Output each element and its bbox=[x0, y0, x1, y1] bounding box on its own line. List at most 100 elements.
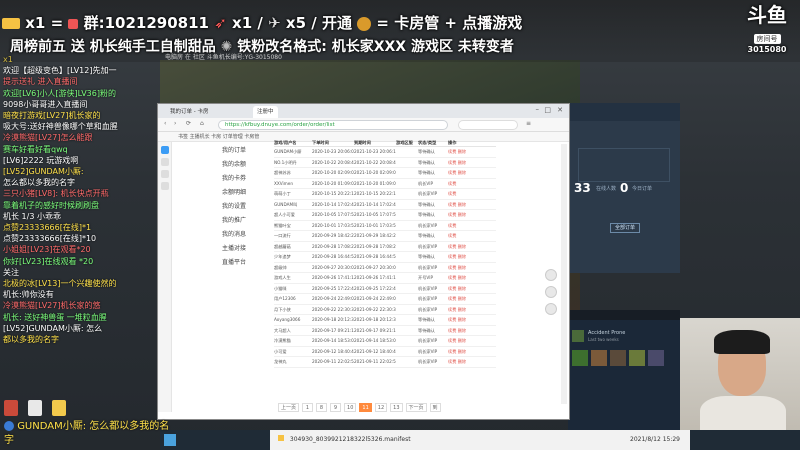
row-actions[interactable]: 续费 删除 bbox=[448, 315, 494, 325]
account-menu-item[interactable]: 我的订单 bbox=[218, 144, 263, 158]
account-menu-item[interactable]: 我的卡券 bbox=[218, 172, 263, 186]
pagination-button[interactable]: 13 bbox=[390, 403, 403, 412]
row-actions[interactable]: 续费 删除 bbox=[448, 305, 494, 315]
table-cell: 用户12306 bbox=[274, 296, 296, 301]
sidebar-app-icon[interactable] bbox=[161, 158, 169, 166]
row-actions[interactable]: 续费 删除 bbox=[448, 263, 494, 273]
home-icon[interactable]: ⌂ bbox=[200, 120, 204, 127]
sidebar-app-icon[interactable] bbox=[161, 182, 169, 190]
stat-online-label: 在线人数 bbox=[596, 186, 617, 192]
table-cell: 游戏人生 bbox=[274, 275, 291, 280]
table-cell: 2021-09-17 09:21:12 bbox=[354, 327, 396, 333]
chat-message: 靠着机子的感好时候刷刷盘 bbox=[3, 200, 99, 210]
tab-register[interactable]: 注册中 bbox=[253, 106, 278, 118]
account-menu-item[interactable]: 余额明细 bbox=[218, 186, 263, 200]
table-cell bbox=[396, 326, 418, 336]
close-icon[interactable]: ✕ bbox=[557, 106, 563, 114]
table-cell: 2021-09-22 22:30:33 bbox=[354, 306, 396, 312]
pagination-button[interactable]: 下一页 bbox=[405, 403, 427, 412]
chat-message: 关注 bbox=[3, 267, 19, 277]
table-cell: 等待确认 bbox=[418, 317, 435, 322]
chat-message: 机长 1/3 小乖乖 bbox=[3, 211, 61, 221]
sidebar-app-icon[interactable] bbox=[161, 146, 169, 154]
table-row: 用户12306 2020-09-24 22:49:04 2021-09-24 22:… bbox=[274, 294, 496, 305]
table-cell bbox=[396, 336, 418, 346]
scrollbar[interactable] bbox=[561, 144, 567, 404]
account-menu-item[interactable]: 我的推广 bbox=[218, 214, 263, 228]
pagination-button[interactable]: 到 bbox=[429, 403, 441, 412]
orders-table: 游戏/用户名 下单时间 到期时间 游戏区服 状态/类型 操作 GUNDAM小厮 2… bbox=[274, 138, 496, 368]
row-actions[interactable]: 续费 删除 bbox=[448, 168, 494, 178]
table-cell: 2021-10-05 17:07:58 bbox=[354, 212, 396, 217]
account-menu-item[interactable]: 我的余额 bbox=[218, 158, 263, 172]
table-cell: 2020-09-26 17:41:10 bbox=[312, 275, 354, 280]
maximize-icon[interactable]: □ bbox=[544, 106, 551, 114]
row-actions[interactable]: 续费 删除 bbox=[448, 242, 494, 252]
table-cell: 2021-09-14 18:53:01 bbox=[354, 338, 396, 343]
tab-orders[interactable]: 我的订单 - 卡房 bbox=[166, 106, 213, 118]
row-actions[interactable]: 续费 删除 bbox=[448, 357, 494, 367]
start-icon[interactable] bbox=[164, 434, 176, 446]
row-actions[interactable]: 续费 删除 bbox=[448, 294, 494, 304]
float-share-icon[interactable] bbox=[545, 269, 557, 281]
address-bar[interactable]: https://kfbuy.dnuye.com/order/order/list bbox=[218, 120, 448, 130]
game-thumbnail[interactable] bbox=[572, 330, 584, 342]
row-actions[interactable]: 续费 删除 bbox=[448, 273, 494, 283]
desktop-doc-icon[interactable] bbox=[28, 400, 42, 416]
row-actions[interactable]: 续费 bbox=[448, 189, 494, 199]
row-actions[interactable]: 续费 删除 bbox=[448, 200, 494, 210]
table-row: GUNDAM小厮 2020-10-23 20:06:01 2021-10-23 20… bbox=[274, 147, 496, 158]
table-cell: 2021-09-12 18:40:47 bbox=[354, 348, 396, 354]
table-cell: 2020-10-15 20:22:10 bbox=[312, 191, 354, 196]
row-actions[interactable]: 续费 bbox=[448, 231, 494, 241]
chat-message: 暗夜打游戏[LV27]机长家的 bbox=[3, 111, 101, 121]
row-actions[interactable]: 续费 删除 bbox=[448, 252, 494, 262]
row-actions[interactable]: 续费 删除 bbox=[448, 284, 494, 294]
refresh-icon[interactable]: ⟳ bbox=[186, 120, 191, 127]
download-filename[interactable]: 304930_8039921218322l5326.manifest bbox=[290, 436, 411, 443]
row-actions[interactable]: 续费 删除 bbox=[448, 147, 494, 157]
row-actions[interactable]: 续费 删除 bbox=[448, 336, 494, 346]
bottom-chat-message: GUNDAM小厮: 怎么都以多我的名字 bbox=[4, 421, 170, 446]
browser-side-strip bbox=[158, 142, 172, 412]
column-header: 游戏区服 bbox=[396, 140, 413, 145]
pagination-button[interactable]: 12 bbox=[374, 403, 388, 412]
account-menu-item[interactable]: 我的消息 bbox=[218, 228, 263, 242]
account-menu-item[interactable]: 我的设置 bbox=[218, 200, 263, 214]
minimize-icon[interactable]: – bbox=[536, 105, 540, 113]
table-cell: 机长家VIP bbox=[418, 243, 438, 249]
chat-message: 赛车好看好看qwq bbox=[3, 144, 68, 154]
pagination-button[interactable]: 8 bbox=[316, 403, 328, 412]
forward-icon[interactable]: › bbox=[174, 120, 176, 127]
float-settings-icon[interactable] bbox=[545, 303, 557, 315]
pagination-button[interactable]: 10 bbox=[344, 403, 357, 412]
row-actions[interactable]: 续费 bbox=[448, 179, 494, 189]
table-cell: 一口流行 bbox=[274, 233, 291, 238]
back-icon[interactable]: ‹ bbox=[164, 120, 166, 127]
row-actions[interactable]: 续费 删除 bbox=[448, 326, 494, 336]
account-menu-item[interactable]: 直播平台 bbox=[218, 256, 263, 270]
stats-card bbox=[578, 148, 670, 182]
pagination-button[interactable]: 上一页 bbox=[278, 403, 300, 412]
table-cell: 2021-10-23 20:06:15 bbox=[354, 149, 396, 154]
table-cell: 2020-09-28 17:08:27 bbox=[312, 243, 354, 249]
all-orders-button[interactable]: 全部订单 bbox=[610, 223, 640, 233]
row-actions[interactable]: 续费 bbox=[448, 221, 494, 231]
account-menu-item[interactable]: 主播对接 bbox=[218, 242, 263, 256]
menu-icon[interactable]: ≡ bbox=[526, 120, 531, 127]
row-actions[interactable]: 续费 删除 bbox=[448, 158, 494, 168]
row-actions[interactable]: 续费 删除 bbox=[448, 210, 494, 220]
float-home-icon[interactable] bbox=[545, 286, 557, 298]
row-actions[interactable]: 续费 删除 bbox=[448, 347, 494, 357]
search-input[interactable] bbox=[458, 120, 518, 130]
desktop-folder-icon[interactable] bbox=[52, 400, 66, 416]
desktop-icons bbox=[4, 400, 66, 416]
sidebar-app-icon[interactable] bbox=[161, 170, 169, 178]
table-cell: 少年追梦 bbox=[274, 254, 291, 259]
table-cell: NO.1小明丹 bbox=[274, 159, 297, 165]
pagination-button[interactable]: 1 bbox=[302, 403, 314, 412]
desktop-app-icon[interactable] bbox=[4, 400, 18, 416]
table-cell: 机长家VIP bbox=[418, 264, 438, 270]
pagination-button[interactable]: 11 bbox=[359, 403, 372, 412]
pagination-button[interactable]: 9 bbox=[330, 403, 342, 412]
